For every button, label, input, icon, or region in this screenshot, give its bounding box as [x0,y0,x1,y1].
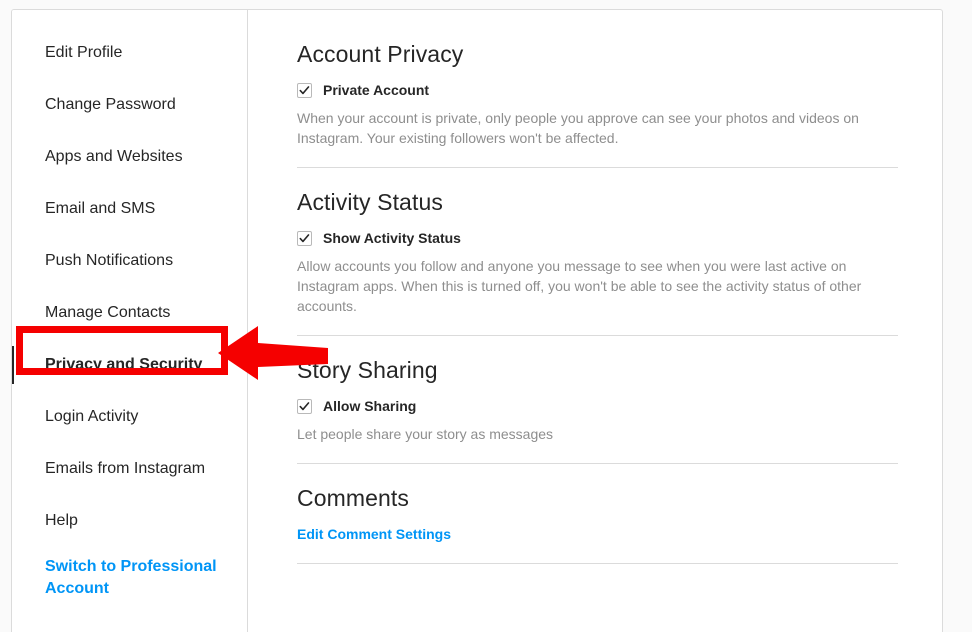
sidebar-item-change-password[interactable]: Change Password [12,79,247,131]
sidebar-item-apps-and-websites[interactable]: Apps and Websites [12,131,247,183]
show-activity-status-label: Show Activity Status [323,230,461,246]
private-account-label: Private Account [323,82,430,98]
sidebar-item-manage-contacts[interactable]: Manage Contacts [12,287,247,339]
section-account-privacy: Account Privacy Private Account When you… [297,40,907,148]
private-account-checkbox[interactable] [297,83,312,98]
sidebar-item-edit-profile[interactable]: Edit Profile [12,27,247,79]
divider-4 [297,563,898,564]
check-icon [299,86,310,95]
allow-sharing-label: Allow Sharing [323,398,417,414]
private-account-help: When your account is private, only peopl… [297,110,859,146]
sidebar-item-login-activity[interactable]: Login Activity [12,391,247,443]
divider-3 [297,463,898,464]
section-title-story-sharing: Story Sharing [297,357,438,383]
check-icon [299,402,310,411]
settings-content: Account Privacy Private Account When you… [248,10,942,632]
sidebar-item-privacy-and-security[interactable]: Privacy and Security [12,339,247,391]
allow-sharing-checkbox[interactable] [297,399,312,414]
section-title-activity-status: Activity Status [297,189,443,215]
show-activity-status-checkbox[interactable] [297,231,312,246]
show-activity-status-row[interactable]: Show Activity Status [297,230,907,247]
section-activity-status: Activity Status Show Activity Status All… [297,188,907,316]
check-icon [299,234,310,243]
edit-comment-settings-link[interactable]: Edit Comment Settings [297,526,451,542]
settings-screen: Edit Profile Change Password Apps and We… [0,0,972,632]
private-account-row[interactable]: Private Account [297,82,907,99]
sidebar-item-push-notifications[interactable]: Push Notifications [12,235,247,287]
section-comments: Comments Edit Comment Settings [297,484,907,544]
section-title-account-privacy: Account Privacy [297,41,464,67]
sidebar-item-switch-to-professional-account[interactable]: Switch to Professional Account [12,547,247,609]
section-title-comments: Comments [297,485,409,511]
divider-1 [297,167,898,168]
sidebar-item-emails-from-instagram[interactable]: Emails from Instagram [12,443,247,495]
allow-sharing-row[interactable]: Allow Sharing [297,398,907,415]
sidebar-item-help[interactable]: Help [12,495,247,547]
divider-2 [297,335,898,336]
settings-sidebar: Edit Profile Change Password Apps and We… [12,10,248,632]
show-activity-status-help: Allow accounts you follow and anyone you… [297,258,862,314]
settings-card: Edit Profile Change Password Apps and We… [11,9,943,632]
sidebar-item-email-and-sms[interactable]: Email and SMS [12,183,247,235]
section-story-sharing: Story Sharing Allow Sharing Let people s… [297,356,907,444]
allow-sharing-help: Let people share your story as messages [297,426,554,442]
